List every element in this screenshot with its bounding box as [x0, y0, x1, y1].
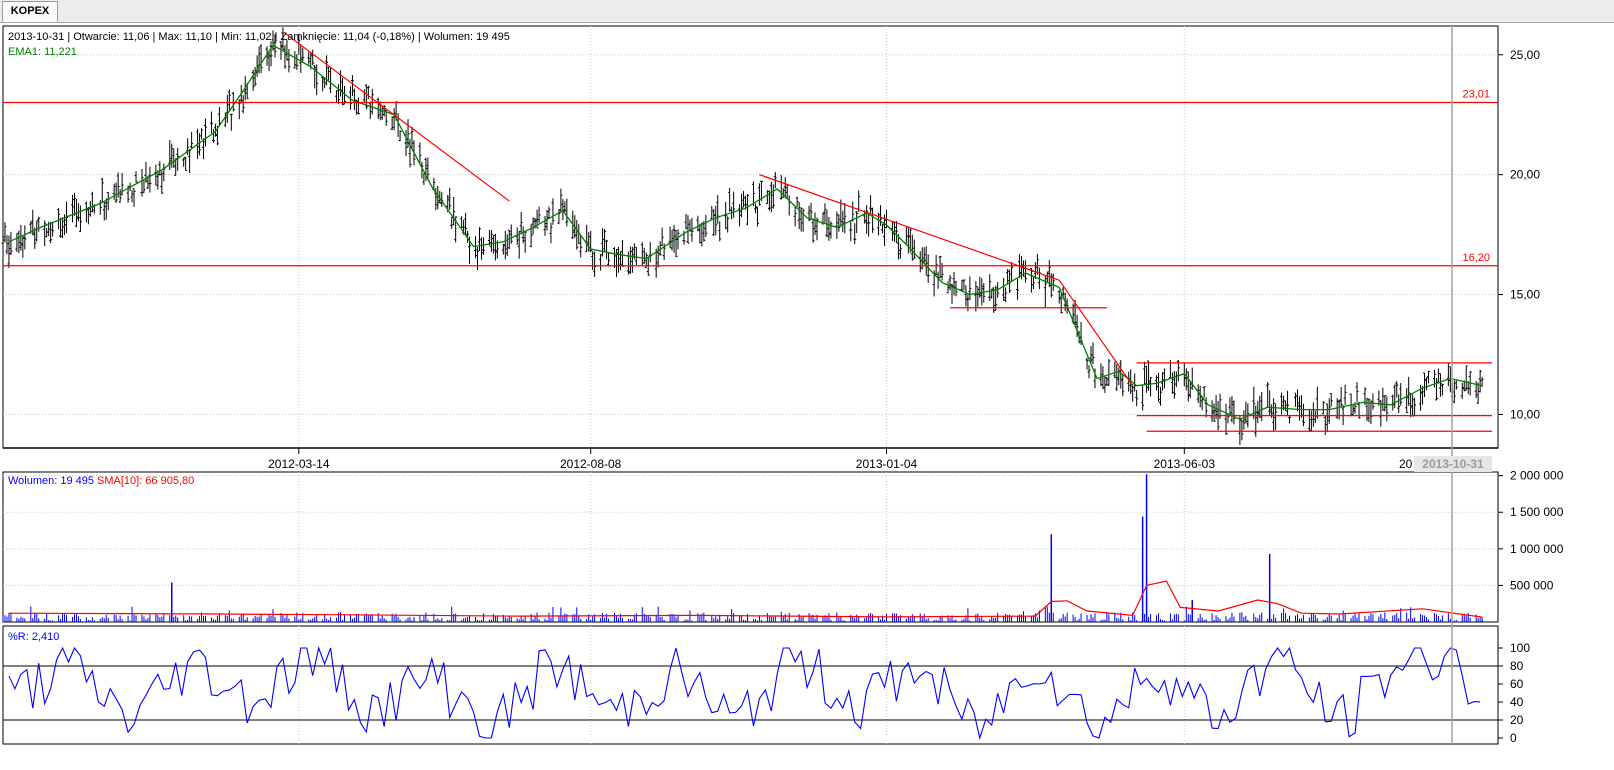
crosshair-date-label: 2013-10-31	[1422, 457, 1484, 471]
axis-labels: 2012-03-14 2012-08-08 2013-01-04 2013-06-03…	[268, 48, 1564, 745]
wr-tick-label: 60	[1510, 677, 1524, 691]
price-tick-label: 25,00	[1510, 48, 1540, 62]
volume-panel-border	[2, 471, 1499, 623]
wr-tick-label: 100	[1510, 641, 1530, 655]
wr-line	[8, 646, 1481, 741]
price-panel-border	[2, 25, 1499, 449]
volume-bars	[2, 474, 1483, 622]
wr-tick-label: 80	[1510, 659, 1524, 673]
level-label: 23,01	[1462, 88, 1490, 100]
trend-line	[284, 32, 510, 202]
volume-tick-label: 1 500 000	[1510, 505, 1564, 519]
tab-bar: KOPEX	[0, 0, 1614, 23]
x-tick-label: 2013-01-04	[856, 457, 918, 471]
wr-tick-label: 40	[1510, 695, 1524, 709]
level-label: 16,20	[1462, 252, 1490, 264]
volume-tick-label: 500 000	[1510, 578, 1554, 592]
wr-panel-border	[2, 625, 1499, 745]
ema-label: EMA1: 11,221	[8, 46, 77, 58]
ohlc-info-text: 2013-10-31 | Otwarcie: 11,06 | Max: 11,1…	[8, 31, 510, 43]
volume-label: Wolumen: 19 495	[8, 475, 94, 487]
price-tick-label: 15,00	[1510, 288, 1540, 302]
sma-label: SMA[10]: 66 905,80	[97, 475, 194, 487]
partial-date-label: 20	[1399, 457, 1413, 471]
overlays: 23,01 16,20	[3, 26, 1498, 744]
volume-tick-label: 2 000 000	[1510, 469, 1564, 483]
volume-tick-label: 1 000 000	[1510, 542, 1564, 556]
sma-line	[8, 580, 1483, 618]
x-tick-label: 2013-06-03	[1154, 457, 1216, 471]
grid-lines	[3, 26, 1498, 744]
wr-tick-label: 0	[1510, 731, 1517, 745]
price-tick-label: 20,00	[1510, 168, 1540, 182]
trend-line	[759, 174, 1060, 281]
price-ohlc-bars	[1, 27, 1484, 445]
trend-line	[1058, 279, 1134, 387]
price-tick-label: 10,00	[1510, 407, 1540, 421]
tab-kopex[interactable]: KOPEX	[2, 1, 58, 22]
wr-label: %R: 2,410	[8, 631, 59, 643]
wr-tick-label: 20	[1510, 713, 1524, 727]
x-tick-label: 2012-03-14	[268, 457, 330, 471]
x-tick-label: 2012-08-08	[560, 457, 622, 471]
stock-chart[interactable]: 23,01 16,20 2012-03-14 2012-08-08 2013-01-0…	[0, 22, 1614, 770]
